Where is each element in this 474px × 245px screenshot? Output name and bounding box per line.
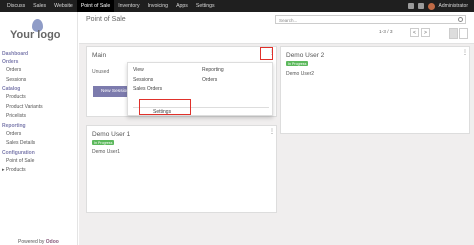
top-navbar: Discuss Sales Website Point of Sale Inve… <box>0 0 474 12</box>
logo-text: Your logo <box>10 29 61 41</box>
menu-settings[interactable]: Settings <box>192 0 219 12</box>
menu-point-of-sale[interactable]: Point of Sale <box>76 0 115 12</box>
systray: Administrator <box>407 0 468 12</box>
menu-website[interactable]: Website <box>50 0 77 12</box>
sidebar-item-sessions[interactable]: Sessions <box>2 76 78 86</box>
sidebar-item-point-of-sale[interactable]: Point of Sale <box>2 157 78 167</box>
powered-by: Powered by Odoo <box>18 239 59 245</box>
sidebar-item-config-products-label: Products <box>5 167 26 173</box>
card-name: Demo User 2 <box>286 52 325 59</box>
dropdown-reporting-title: Reporting <box>202 67 224 73</box>
highlight-kebab <box>260 47 273 60</box>
search-placeholder: Search... <box>279 17 298 23</box>
dropdown-view-group: View Sessions Sales Orders <box>133 66 162 95</box>
sidebar-item-products[interactable]: Products <box>2 93 78 103</box>
kanban-view-button[interactable] <box>449 28 458 39</box>
sidebar-item-pricelists[interactable]: Pricelists <box>2 112 78 122</box>
sidebar-item-report-orders[interactable]: Orders <box>2 130 78 140</box>
status-badge: In Progress <box>286 61 309 66</box>
pager-value[interactable]: 1-3 / 3 <box>379 30 393 35</box>
menu-invoicing[interactable]: Invoicing <box>144 0 172 12</box>
dropdown-item-orders[interactable]: Orders <box>202 76 224 86</box>
company-logo: Your logo <box>6 18 76 44</box>
card-user: Demo User2 <box>286 71 315 77</box>
main-content: Point of Sale Search... 1-3 / 3 < > Main… <box>79 12 474 245</box>
menu-discuss[interactable]: Discuss <box>3 0 29 12</box>
pos-card-demo-user-2: Demo User 2 ⋮ In Progress Demo User2 <box>280 46 470 134</box>
sidebar-nav: Dashboard Orders Orders Sessions Catalog… <box>2 50 78 176</box>
sidebar-item-config-products[interactable]: ▸ Products <box>2 166 78 176</box>
sidebar-item-product-variants[interactable]: Product Variants <box>2 103 78 113</box>
powered-by-label: Powered by <box>18 239 45 245</box>
kebab-menu-icon[interactable]: ⋮ <box>269 129 275 136</box>
avatar[interactable] <box>427 2 435 10</box>
sidebar-section-orders: Orders <box>2 59 19 65</box>
sidebar: Your logo Dashboard Orders Orders Sessio… <box>0 12 78 245</box>
chat-icon[interactable] <box>407 3 414 9</box>
search-input[interactable]: Search... <box>275 15 466 24</box>
sidebar-item-sales-details[interactable]: Sales Details <box>2 139 78 149</box>
sidebar-section-configuration: Configuration <box>2 149 35 156</box>
session-status: Unused <box>92 69 110 75</box>
dropdown-view-title: View <box>133 67 144 73</box>
powered-by-brand[interactable]: Odoo <box>46 239 59 245</box>
sidebar-item-orders[interactable]: Orders <box>2 66 78 76</box>
kebab-menu-icon[interactable]: ⋮ <box>462 50 468 57</box>
control-panel: Point of Sale Search... 1-3 / 3 < > <box>79 12 474 44</box>
activity-icon[interactable] <box>417 3 424 9</box>
card-user: Demo User1 <box>92 149 121 155</box>
card-name: Main <box>92 52 107 59</box>
dropdown-reporting-group: Reporting Orders <box>202 66 224 85</box>
highlight-settings <box>139 99 191 115</box>
dropdown-item-sessions[interactable]: Sessions <box>133 76 162 86</box>
status-badge: In Progress <box>92 140 115 145</box>
menu-sales[interactable]: Sales <box>29 0 50 12</box>
card-name: Demo User 1 <box>92 131 131 138</box>
pager-next-button[interactable]: > <box>421 28 430 37</box>
sidebar-section-reporting: Reporting <box>2 122 26 129</box>
sidebar-section-catalog: Catalog <box>2 86 21 92</box>
menu-apps[interactable]: Apps <box>172 0 192 12</box>
menu-inventory[interactable]: Inventory <box>114 0 143 12</box>
pager-previous-button[interactable]: < <box>410 28 419 37</box>
sidebar-section-dashboard[interactable]: Dashboard <box>2 50 78 58</box>
page-title: Point of Sale <box>86 16 126 23</box>
user-menu[interactable]: Administrator <box>439 3 468 9</box>
pos-card-demo-user-1: Demo User 1 ⋮ In Progress Demo User1 <box>86 125 277 213</box>
search-icon[interactable] <box>458 17 463 22</box>
list-view-button[interactable] <box>459 28 468 39</box>
dropdown-item-sales-orders[interactable]: Sales Orders <box>133 85 162 95</box>
app-menu: Discuss Sales Website Point of Sale Inve… <box>0 0 219 12</box>
